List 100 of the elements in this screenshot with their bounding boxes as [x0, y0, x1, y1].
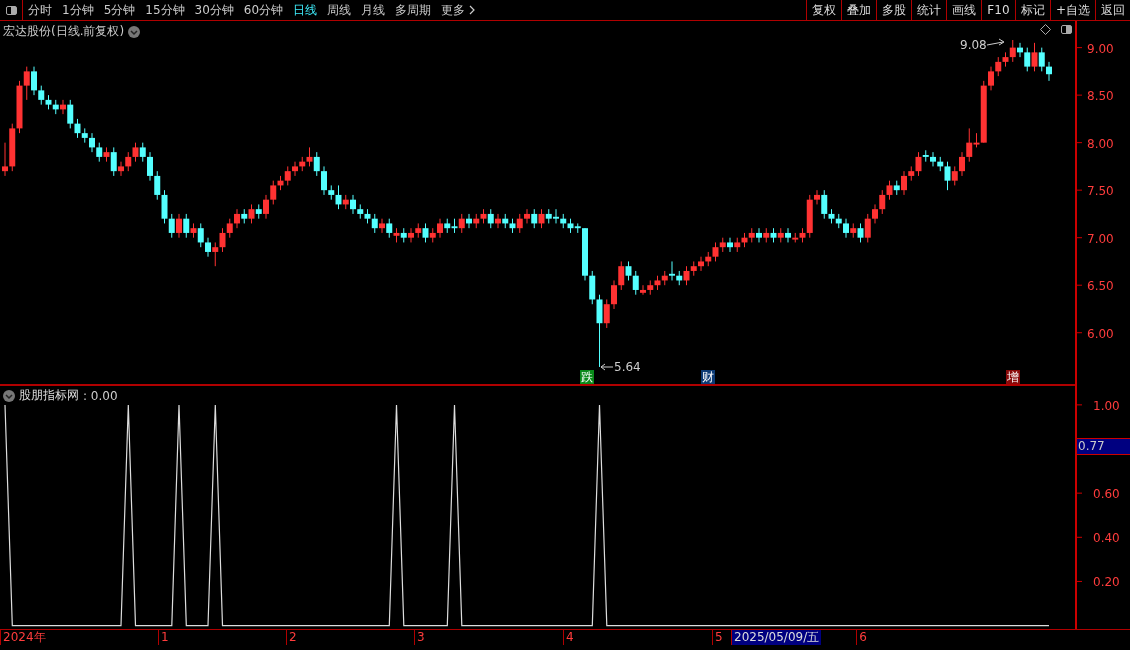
candlestick — [219, 227, 226, 253]
candlestick — [248, 203, 255, 224]
period-tab[interactable]: 周线 — [322, 0, 357, 20]
axis-label: 7.00 — [1087, 231, 1114, 246]
chevron-right-icon — [469, 5, 476, 15]
candlestick — [168, 213, 175, 239]
axis-label: 1.00 — [1093, 398, 1120, 413]
candlestick — [995, 56, 1002, 77]
axis-label: 0.40 — [1093, 531, 1120, 546]
period-tab[interactable]: 15分钟 — [140, 0, 190, 20]
candlestick — [538, 208, 545, 229]
period-tab[interactable]: 60分钟 — [238, 0, 289, 20]
candlestick — [458, 213, 465, 234]
toolbar-button[interactable]: 返回 — [1095, 0, 1130, 20]
candlestick — [38, 85, 45, 106]
candlestick — [234, 208, 240, 229]
candlestick — [176, 213, 182, 239]
candlestick — [603, 298, 610, 329]
candlestick — [879, 189, 886, 215]
candlestick — [118, 161, 124, 177]
period-tab[interactable]: 多周期 — [390, 0, 437, 20]
chart-title: 宏达股份(日线.前复权) — [3, 23, 125, 40]
time-axis-label: 2 — [286, 630, 414, 645]
chevron-down-icon[interactable] — [128, 25, 141, 38]
toolbar-button[interactable]: 复权 — [805, 0, 841, 20]
candlestick — [756, 227, 762, 243]
chevron-down-icon[interactable] — [3, 389, 15, 402]
axis-label: 6.00 — [1087, 326, 1114, 341]
time-axis-label: 6 — [856, 630, 867, 645]
toolbar-button[interactable]: F10 — [980, 0, 1015, 20]
candlestick — [74, 118, 81, 139]
candlestick — [67, 99, 74, 129]
axis-label: 0.20 — [1093, 575, 1120, 590]
time-axis-label: 1 — [158, 630, 286, 645]
period-tab[interactable]: 30分钟 — [189, 0, 239, 20]
candlestick — [524, 208, 530, 224]
candlestick — [139, 142, 146, 163]
toolbar-button[interactable]: 多股 — [875, 0, 911, 20]
candlestick — [857, 222, 864, 243]
candlestick — [487, 208, 494, 229]
candlestick — [712, 241, 719, 262]
candlestick — [292, 161, 298, 177]
event-marker[interactable]: 财 — [701, 370, 715, 384]
candlestick — [110, 146, 117, 177]
candlestick — [930, 151, 936, 167]
period-tab[interactable]: 日线 — [288, 0, 323, 20]
diamond-icon[interactable] — [1040, 24, 1051, 35]
candlestick — [531, 208, 538, 229]
candlestick — [821, 189, 828, 220]
candlestick — [516, 213, 523, 234]
period-tab[interactable]: 5分钟 — [98, 0, 141, 20]
axis-label: 7.50 — [1087, 184, 1114, 199]
candlestick — [698, 256, 704, 272]
toolbar-button[interactable]: 标记 — [1014, 0, 1050, 20]
time-axis-label: 2024年 — [0, 630, 158, 645]
candlestick — [183, 213, 190, 239]
axis-label: 8.50 — [1087, 89, 1114, 104]
candlestick — [1038, 47, 1045, 72]
period-tab[interactable]: 月线 — [356, 0, 391, 20]
candlestick — [683, 265, 690, 286]
candlestick — [944, 161, 951, 191]
candlestick — [669, 260, 675, 281]
indicator-name: 股朋指标网 — [19, 387, 79, 404]
toolbar-button[interactable]: 画线 — [945, 0, 981, 20]
candlestick — [915, 151, 922, 177]
candlestick — [386, 218, 393, 239]
axis-label: 8.00 — [1087, 136, 1114, 151]
period-tab[interactable]: 分时 — [23, 0, 57, 20]
candlestick — [270, 180, 277, 205]
candlestick — [89, 132, 95, 153]
candlestick — [727, 237, 733, 253]
candlestick — [872, 203, 878, 224]
toolbar-button[interactable]: 叠加 — [840, 0, 876, 20]
candlestick — [226, 218, 233, 239]
candlestick — [814, 189, 820, 205]
candlestick — [1009, 39, 1016, 63]
candlestick — [625, 260, 632, 281]
toolbar-button[interactable]: +自选 — [1049, 0, 1095, 20]
candlestick — [1046, 61, 1052, 82]
toolbar-button[interactable]: 统计 — [910, 0, 946, 20]
candlestick — [350, 194, 356, 215]
candlestick — [966, 127, 973, 163]
candlestick — [864, 213, 871, 243]
time-axis-label: 4 — [563, 630, 712, 645]
candlestick — [632, 270, 639, 296]
event-marker[interactable]: 跌 — [580, 370, 594, 384]
panel-toggle-icon[interactable] — [1061, 25, 1072, 34]
candlestick — [125, 151, 132, 172]
period-tab[interactable]: 更多 — [436, 0, 481, 20]
period-tab[interactable]: 1分钟 — [57, 0, 99, 20]
time-axis-label: 3 — [414, 630, 563, 645]
candlestick — [640, 284, 646, 296]
candlestick — [1031, 42, 1038, 72]
event-marker[interactable]: 增 — [1006, 370, 1020, 384]
candlestick — [922, 149, 929, 163]
candlestick — [437, 218, 443, 239]
high-price-annotation: 9.08 — [960, 38, 1005, 52]
candlestick — [161, 189, 168, 224]
candlestick — [23, 66, 30, 101]
candlestick — [408, 227, 414, 243]
